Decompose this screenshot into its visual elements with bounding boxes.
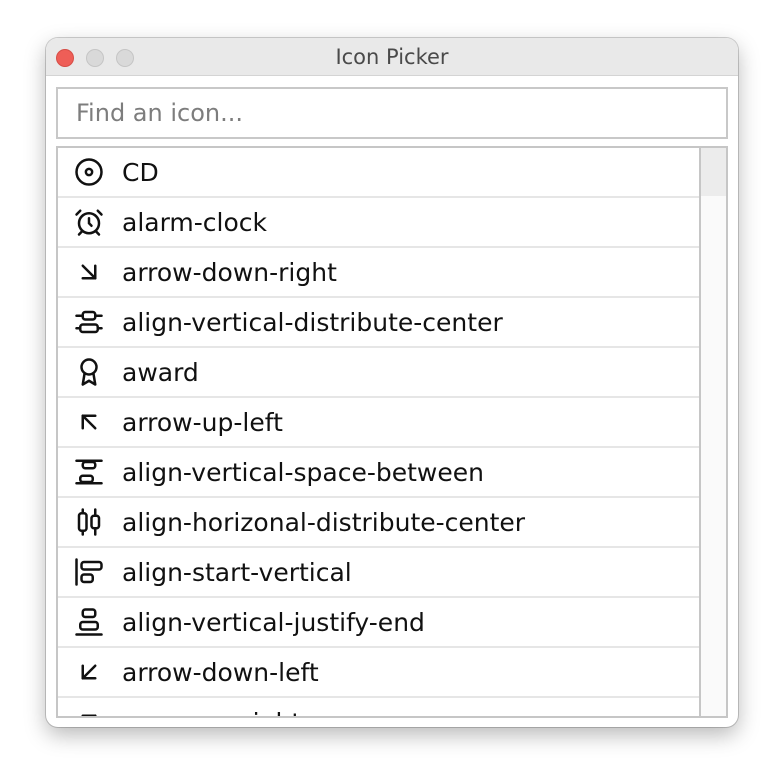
icon-list-item[interactable]: alarm-clock	[58, 198, 701, 248]
align-vertical-space-between-icon	[74, 457, 104, 487]
icon-list-item-label: align-vertical-distribute-center	[122, 307, 503, 337]
icon-list-item-label: award	[122, 357, 199, 387]
icon-list-item[interactable]: arrow-down-right	[58, 248, 701, 298]
search-input[interactable]	[56, 87, 728, 139]
icon-list-item-label: CD	[122, 157, 159, 187]
icon-list-rows: CD alarm-clock arrow-down-right align-verti…	[58, 148, 701, 717]
icon-list-item[interactable]: align-vertical-justify-end	[58, 598, 701, 648]
icon-picker-window: Icon Picker CD alarm-clock arrow-down-righ…	[46, 38, 738, 727]
disc-icon	[74, 157, 104, 187]
icon-list-item[interactable]: CD	[58, 148, 701, 198]
icon-list-item[interactable]: align-vertical-distribute-center	[58, 298, 701, 348]
icon-list-item-label: alarm-clock	[122, 207, 268, 237]
icon-list-item[interactable]: arrow-up-right	[58, 698, 701, 717]
icon-list-item-label: arrow-down-right	[122, 257, 337, 287]
icon-list-item-label: align-vertical-space-between	[122, 457, 484, 487]
icon-list-item[interactable]: align-horizonal-distribute-center	[58, 498, 701, 548]
window-title: Icon Picker	[335, 45, 449, 69]
icon-list-item[interactable]: align-vertical-space-between	[58, 448, 701, 498]
arrow-down-right-icon	[74, 257, 104, 287]
align-vertical-distribute-center-icon	[74, 307, 104, 337]
icon-list-item-label: align-horizonal-distribute-center	[122, 507, 526, 537]
arrow-up-left-icon	[74, 407, 104, 437]
icon-list-item[interactable]: arrow-down-left	[58, 648, 701, 698]
icon-list[interactable]: CD alarm-clock arrow-down-right align-verti…	[56, 146, 728, 718]
icon-list-item-label: align-start-vertical	[122, 557, 352, 587]
icon-list-item-label: arrow-up-left	[122, 407, 283, 437]
icon-list-item-label: align-vertical-justify-end	[122, 607, 425, 637]
icon-list-item[interactable]: arrow-up-left	[58, 398, 701, 448]
align-horizontal-distribute-center-icon	[74, 507, 104, 537]
vertical-scrollbar[interactable]	[699, 148, 726, 716]
arrow-up-right-icon	[74, 707, 104, 716]
award-icon	[74, 357, 104, 387]
icon-list-item-label: arrow-down-left	[122, 657, 319, 687]
align-vertical-justify-end-icon	[74, 607, 104, 637]
arrow-down-left-icon	[74, 657, 104, 687]
title-bar[interactable]: Icon Picker	[46, 38, 738, 76]
icon-list-item[interactable]: align-start-vertical	[58, 548, 701, 598]
alarm-clock-icon	[74, 207, 104, 237]
scrollbar-thumb[interactable]	[701, 148, 726, 196]
icon-list-item[interactable]: award	[58, 348, 701, 398]
align-start-vertical-icon	[74, 557, 104, 587]
icon-list-item-label: arrow-up-right	[122, 708, 301, 717]
